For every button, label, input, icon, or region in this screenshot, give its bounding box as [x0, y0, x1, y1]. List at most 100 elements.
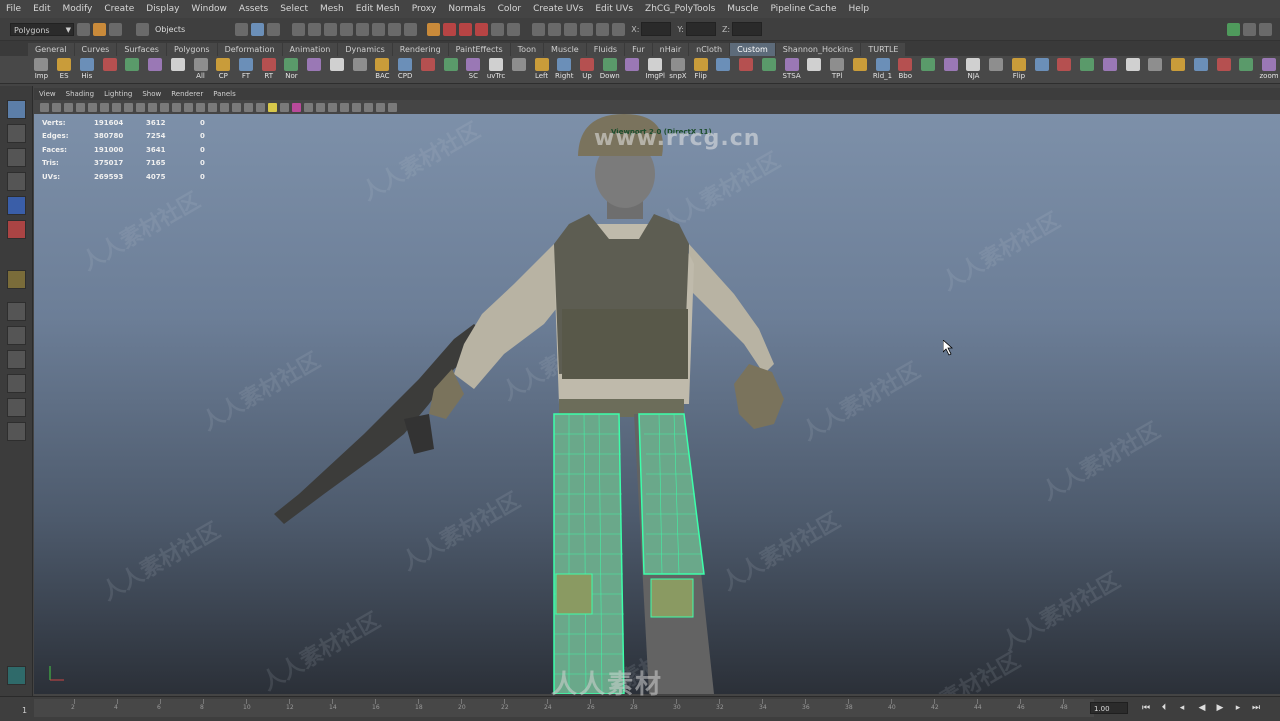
step-back-key-icon[interactable]: ⏴	[1158, 701, 1170, 715]
menu-edit-uvs[interactable]: Edit UVs	[589, 4, 639, 14]
shelf-tab-general[interactable]: General	[28, 43, 74, 56]
lasso-tool-icon[interactable]	[7, 124, 26, 143]
panel-toolbar-icon[interactable]	[100, 102, 109, 112]
shelf-button-3[interactable]	[98, 56, 121, 84]
panel-toolbar-icon[interactable]	[112, 102, 121, 112]
panel-toolbar-icon[interactable]	[232, 102, 241, 112]
menu-edit-mesh[interactable]: Edit Mesh	[350, 4, 406, 14]
panel-toolbar-icon[interactable]	[304, 102, 313, 112]
select-joints-icon[interactable]	[308, 22, 322, 36]
save-scene-icon[interactable]	[109, 22, 122, 36]
shelf-button-16[interactable]: CPD	[394, 56, 417, 84]
persp-hypershade-layout-icon[interactable]	[7, 398, 26, 417]
shelf-button-49[interactable]	[1144, 56, 1167, 84]
persp-uv-layout-icon[interactable]	[7, 422, 26, 441]
shelf-tab-ncloth[interactable]: nCloth	[689, 43, 730, 56]
menu-create-uvs[interactable]: Create UVs	[527, 4, 589, 14]
shelf-button-52[interactable]	[1212, 56, 1235, 84]
hierarchy-mode-icon[interactable]	[235, 22, 249, 36]
panel-toolbar-icon[interactable]	[136, 102, 145, 112]
menu-color[interactable]: Color	[492, 4, 528, 14]
panel-toolbar-icon[interactable]	[244, 102, 253, 112]
shelf-button-19[interactable]: SC	[462, 56, 485, 84]
four-view-layout-icon[interactable]	[7, 326, 26, 345]
shelf-button-33[interactable]: STSA	[780, 56, 803, 84]
shelf-button-32[interactable]	[758, 56, 781, 84]
shelf-tab-dynamics[interactable]: Dynamics	[338, 43, 392, 56]
time-ruler[interactable]: 2 4 6 8 10 12 14 16 18 20 22 24 26 28 30 32 34 36 38 40 42 44…	[34, 699, 1094, 717]
panel-menu-show[interactable]: Show	[137, 90, 166, 98]
snap-curve-icon[interactable]	[459, 22, 473, 36]
shelf-button-7[interactable]: All	[189, 56, 212, 84]
shelf-button-38[interactable]: Bbo	[894, 56, 917, 84]
quick-layout-icon[interactable]	[7, 666, 26, 685]
shelf-button-8[interactable]: CP	[212, 56, 235, 84]
panel-toolbar-icon[interactable]	[364, 102, 373, 112]
panel-toolbar-icon[interactable]	[340, 102, 349, 112]
panel-toolbar-icon[interactable]	[160, 102, 169, 112]
z-field[interactable]	[732, 22, 763, 36]
menu-file[interactable]: File	[0, 4, 27, 14]
shelf-button-53[interactable]	[1235, 56, 1258, 84]
menu-window[interactable]: Window	[185, 4, 233, 14]
shelf-button-42[interactable]	[985, 56, 1008, 84]
select-by-handle-icon[interactable]	[292, 22, 306, 36]
last-tool-icon[interactable]	[7, 270, 26, 289]
play-backward-icon[interactable]: ◀	[1196, 701, 1208, 715]
shelf-button-36[interactable]	[848, 56, 871, 84]
panel-toolbar-icon[interactable]	[64, 102, 73, 112]
move-tool-icon[interactable]	[7, 172, 26, 191]
step-back-frame-icon[interactable]: ◂	[1176, 701, 1188, 715]
select-tool-icon[interactable]	[7, 100, 26, 119]
shelf-tab-animation[interactable]: Animation	[282, 43, 338, 56]
history-icon[interactable]	[532, 22, 546, 36]
persp-outliner-layout-icon[interactable]	[7, 350, 26, 369]
shelf-button-50[interactable]	[1167, 56, 1190, 84]
make-live-icon[interactable]	[507, 22, 521, 36]
panel-toolbar-icon[interactable]	[184, 102, 193, 112]
menu-zhcg-polytools[interactable]: ZhCG_PolyTools	[639, 4, 721, 14]
panel-toolbar-icon[interactable]	[256, 102, 265, 112]
menu-normals[interactable]: Normals	[442, 4, 491, 14]
shelf-button-5[interactable]	[144, 56, 167, 84]
play-forward-icon[interactable]: ▶	[1214, 701, 1226, 715]
step-forward-frame-icon[interactable]: ▸	[1232, 701, 1244, 715]
paint-select-tool-icon[interactable]	[7, 148, 26, 167]
shelf-tab-rendering[interactable]: Rendering	[392, 43, 448, 56]
panel-menu-lighting[interactable]: Lighting	[99, 90, 137, 98]
panel-toolbar-icon[interactable]	[352, 102, 361, 112]
shelf-button-39[interactable]	[917, 56, 940, 84]
shelf-tab-toon[interactable]: Toon	[510, 43, 544, 56]
soldier-model[interactable]	[34, 114, 1280, 694]
single-perspective-layout-icon[interactable]	[7, 302, 26, 321]
shelf-button-4[interactable]	[121, 56, 144, 84]
select-dynamics-icon[interactable]	[372, 22, 386, 36]
snap-point-icon[interactable]	[475, 22, 489, 36]
panel-toolbar-icon[interactable]	[268, 102, 277, 112]
shelf-tab-shannon-hockins[interactable]: Shannon_Hockins	[775, 43, 861, 56]
menu-select[interactable]: Select	[274, 4, 314, 14]
shelf-button-11[interactable]: Nor	[280, 56, 303, 84]
shelf-tab-surfaces[interactable]: Surfaces	[117, 43, 166, 56]
snap-view-plane-icon[interactable]	[491, 22, 505, 36]
menu-set-select[interactable]: Polygons ▼	[10, 22, 74, 36]
shelf-tab-polygons[interactable]: Polygons	[166, 43, 217, 56]
render-icon[interactable]	[548, 22, 562, 36]
shelf-tab-turtle[interactable]: TURTLE	[861, 43, 906, 56]
panel-toolbar-icon[interactable]	[220, 102, 229, 112]
shelf-button-12[interactable]	[303, 56, 326, 84]
go-to-start-icon[interactable]: ⏮	[1140, 701, 1152, 715]
shelf-button-25[interactable]: Down	[598, 56, 621, 84]
persp-graph-layout-icon[interactable]	[7, 374, 26, 393]
shelf-button-14[interactable]	[348, 56, 371, 84]
hypershade-icon[interactable]	[596, 22, 610, 36]
component-mode-icon[interactable]	[267, 22, 281, 36]
shelf-button-21[interactable]	[507, 56, 530, 84]
shelf-button-43[interactable]: Flip	[1008, 56, 1031, 84]
toggle-channel-box-icon[interactable]	[1259, 22, 1272, 36]
shelf-button-17[interactable]	[416, 56, 439, 84]
object-mode-icon[interactable]	[251, 22, 265, 36]
panel-toolbar-icon[interactable]	[292, 102, 301, 112]
panel-menu-panels[interactable]: Panels	[208, 90, 241, 98]
new-scene-icon[interactable]	[77, 22, 90, 36]
